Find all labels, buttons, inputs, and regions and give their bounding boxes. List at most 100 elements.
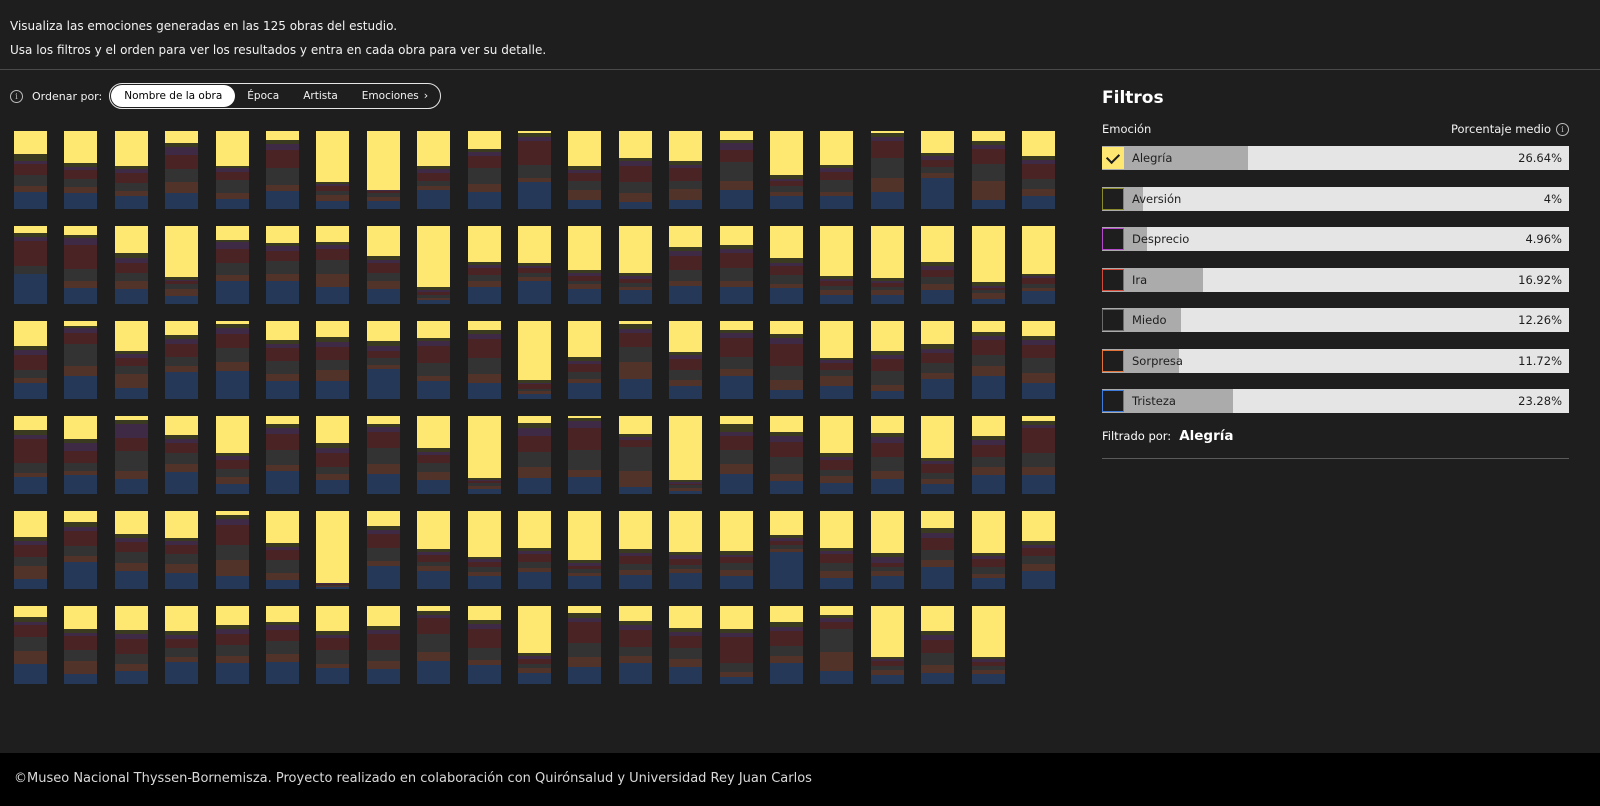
artwork-bar[interactable] (64, 511, 97, 589)
artwork-bar[interactable] (417, 416, 450, 494)
artwork-bar[interactable] (468, 511, 501, 589)
artwork-bar[interactable] (417, 131, 450, 209)
filter-checkbox[interactable] (1102, 187, 1124, 210)
artwork-bar[interactable] (115, 321, 148, 399)
artwork-bar[interactable] (115, 131, 148, 209)
artwork-bar[interactable] (316, 131, 349, 209)
artwork-bar[interactable] (720, 131, 753, 209)
artwork-bar[interactable] (720, 416, 753, 494)
artwork-bar[interactable] (468, 606, 501, 684)
artwork-bar[interactable] (216, 321, 249, 399)
sort-option-epoca[interactable]: Época (235, 85, 291, 107)
artwork-bar[interactable] (568, 606, 601, 684)
artwork-bar[interactable] (770, 226, 803, 304)
artwork-bar[interactable] (921, 131, 954, 209)
artwork-bar[interactable] (619, 321, 652, 399)
artwork-bar[interactable] (921, 416, 954, 494)
artwork-bar[interactable] (468, 131, 501, 209)
sort-option-nombre[interactable]: Nombre de la obra (111, 85, 236, 107)
artwork-bar[interactable] (1022, 131, 1055, 209)
artwork-bar[interactable] (316, 511, 349, 589)
filter-checkbox[interactable] (1102, 228, 1124, 250)
artwork-bar[interactable] (669, 131, 702, 209)
artwork-bar[interactable] (720, 511, 753, 589)
artwork-bar[interactable] (568, 416, 601, 494)
artwork-bar[interactable] (669, 416, 702, 494)
filter-row-tristeza[interactable]: Tristeza 23.28% (1102, 389, 1569, 413)
artwork-bar[interactable] (367, 606, 400, 684)
artwork-bar[interactable] (417, 606, 450, 684)
artwork-bar[interactable] (115, 511, 148, 589)
artwork-bar[interactable] (266, 606, 299, 684)
artwork-bar[interactable] (64, 321, 97, 399)
artwork-bar[interactable] (820, 606, 853, 684)
artwork-bar[interactable] (619, 511, 652, 589)
artwork-bar[interactable] (216, 131, 249, 209)
artwork-bar[interactable] (568, 511, 601, 589)
artwork-bar[interactable] (165, 606, 198, 684)
artwork-bar[interactable] (669, 511, 702, 589)
artwork-bar[interactable] (64, 606, 97, 684)
artwork-bar[interactable] (1022, 416, 1055, 494)
filter-checkbox[interactable] (1102, 390, 1124, 412)
artwork-bar[interactable] (871, 226, 904, 304)
artwork-bar[interactable] (165, 416, 198, 494)
artwork-bar[interactable] (619, 131, 652, 209)
artwork-bar[interactable] (669, 606, 702, 684)
artwork-bar[interactable] (518, 511, 551, 589)
filter-checkbox[interactable] (1102, 268, 1124, 291)
artwork-bar[interactable] (820, 511, 853, 589)
artwork-bar[interactable] (972, 321, 1005, 399)
filter-row-aversion[interactable]: Aversión 4% (1102, 186, 1569, 211)
artwork-bar[interactable] (871, 511, 904, 589)
artwork-bar[interactable] (972, 416, 1005, 494)
artwork-bar[interactable] (417, 321, 450, 399)
filter-row-sorpresa[interactable]: Sorpresa 11.72% (1102, 348, 1569, 373)
artwork-bar[interactable] (216, 416, 249, 494)
artwork-bar[interactable] (871, 606, 904, 684)
artwork-bar[interactable] (14, 416, 47, 494)
artwork-bar[interactable] (871, 131, 904, 209)
artwork-bar[interactable] (770, 416, 803, 494)
filter-row-desprecio[interactable]: Desprecio 4.96% (1102, 227, 1569, 251)
artwork-bar[interactable] (216, 226, 249, 304)
artwork-bar[interactable] (921, 511, 954, 589)
artwork-bar[interactable] (316, 606, 349, 684)
artwork-bar[interactable] (468, 416, 501, 494)
artwork-bar[interactable] (972, 511, 1005, 589)
artwork-bar[interactable] (619, 416, 652, 494)
sort-option-emociones[interactable]: Emociones › (350, 85, 440, 107)
artwork-bar[interactable] (115, 416, 148, 494)
artwork-bar[interactable] (266, 321, 299, 399)
artwork-bar[interactable] (871, 321, 904, 399)
artwork-bar[interactable] (417, 226, 450, 304)
artwork-bar[interactable] (1022, 511, 1055, 589)
artwork-bar[interactable] (367, 416, 400, 494)
artwork-bar[interactable] (165, 131, 198, 209)
artwork-bar[interactable] (619, 606, 652, 684)
artwork-bar[interactable] (921, 321, 954, 399)
artwork-bar[interactable] (921, 226, 954, 304)
artwork-bar[interactable] (64, 131, 97, 209)
artwork-bar[interactable] (1022, 321, 1055, 399)
artwork-bar[interactable] (820, 416, 853, 494)
artwork-bar[interactable] (1022, 226, 1055, 304)
artwork-bar[interactable] (820, 226, 853, 304)
artwork-bar[interactable] (165, 511, 198, 589)
artwork-bar[interactable] (518, 416, 551, 494)
artwork-bar[interactable] (568, 321, 601, 399)
artwork-bar[interactable] (266, 511, 299, 589)
artwork-bar[interactable] (115, 606, 148, 684)
artwork-bar[interactable] (14, 606, 47, 684)
artwork-bar[interactable] (367, 511, 400, 589)
artwork-bar[interactable] (921, 606, 954, 684)
artwork-bar[interactable] (367, 321, 400, 399)
artwork-bar[interactable] (316, 416, 349, 494)
artwork-bar[interactable] (64, 226, 97, 304)
artwork-bar[interactable] (720, 226, 753, 304)
artwork-bar[interactable] (972, 606, 1005, 684)
artwork-bar[interactable] (367, 131, 400, 209)
filter-row-ira[interactable]: Ira 16.92% (1102, 267, 1569, 292)
artwork-bar[interactable] (568, 131, 601, 209)
artwork-bar[interactable] (518, 321, 551, 399)
